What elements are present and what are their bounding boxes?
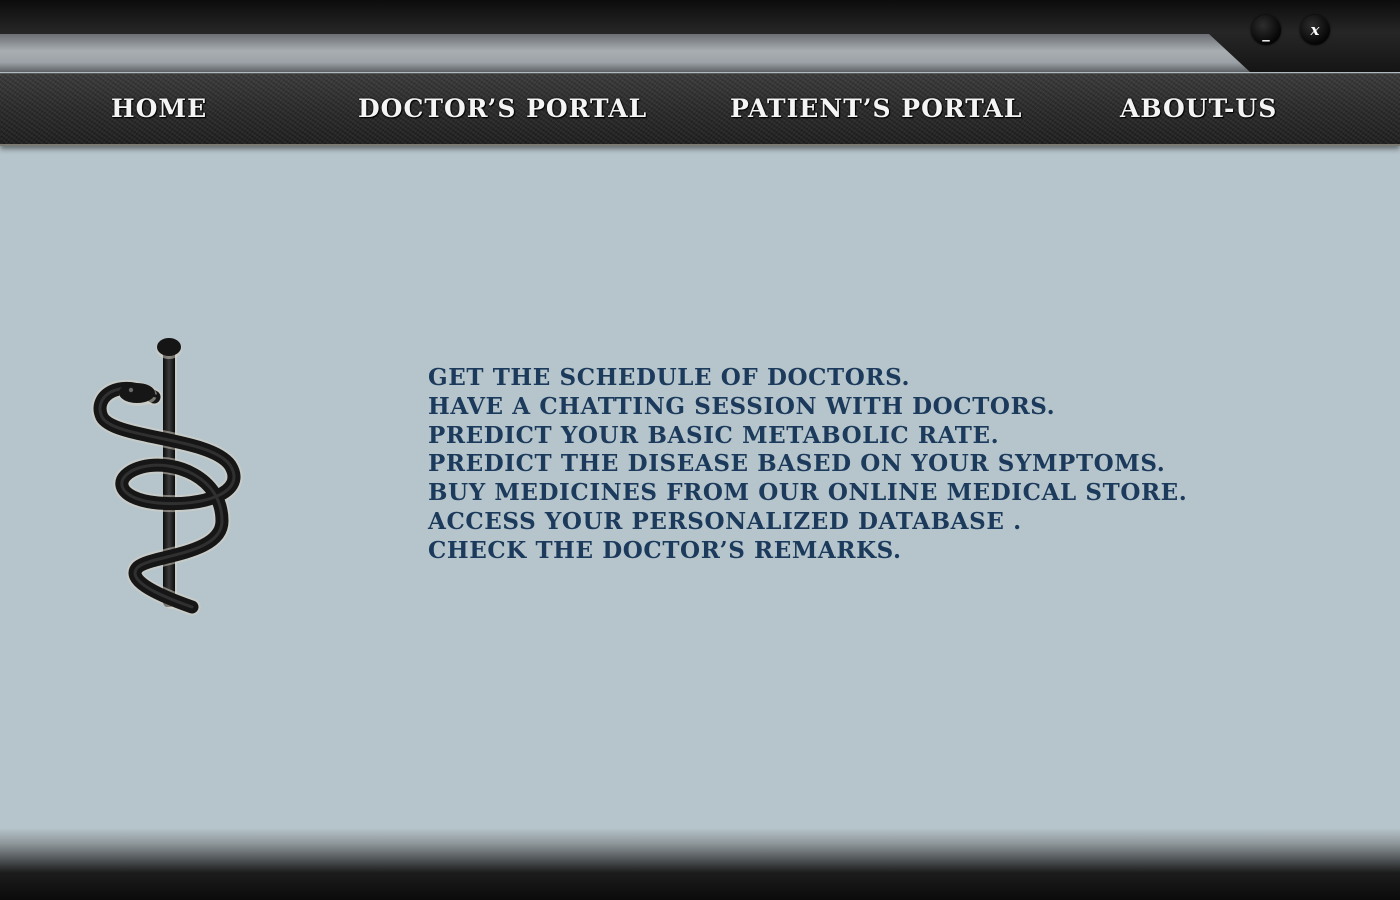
title-bar-strip[interactable] [0,34,1210,72]
feature-item: GET THE SCHEDULE OF DOCTORS. [428,364,911,391]
rod-of-asclepius-icon [82,335,257,620]
feature-item: HAVE A CHATTING SESSION WITH DOCTORS. [428,392,1056,420]
nav-home[interactable]: HOME [111,92,207,126]
feature-item: BUY MEDICINES FROM OUR ONLINE MEDICAL ST… [428,479,1188,507]
close-button[interactable]: x [1300,15,1330,45]
main-nav: HOME DOCTOR’S PORTAL PATIENT’S PORTAL AB… [0,73,1400,146]
feature-item: CHECK THE DOCTOR’S REMARKS. [428,536,902,564]
nav-about-us[interactable]: ABOUT-US [1120,92,1277,126]
feature-item: PREDICT YOUR BASIC METABOLIC RATE. [428,421,1000,449]
feature-item: PREDICT THE DISEASE BASED ON YOUR SYMPTO… [428,450,1166,478]
feature-item: ACCESS YOUR PERSONALIZED DATABASE . [428,507,1022,535]
close-icon: x [1310,21,1320,39]
feature-list: GET THE SCHEDULE OF DOCTORS. HAVE A CHAT… [428,364,1187,566]
nav-patients-portal[interactable]: PATIENT’S PORTAL [730,92,1022,126]
minimize-icon: _ [1262,24,1270,42]
bottom-frame [0,828,1400,900]
minimize-button[interactable]: _ [1251,15,1281,45]
nav-doctors-portal[interactable]: DOCTOR’S PORTAL [358,92,647,126]
